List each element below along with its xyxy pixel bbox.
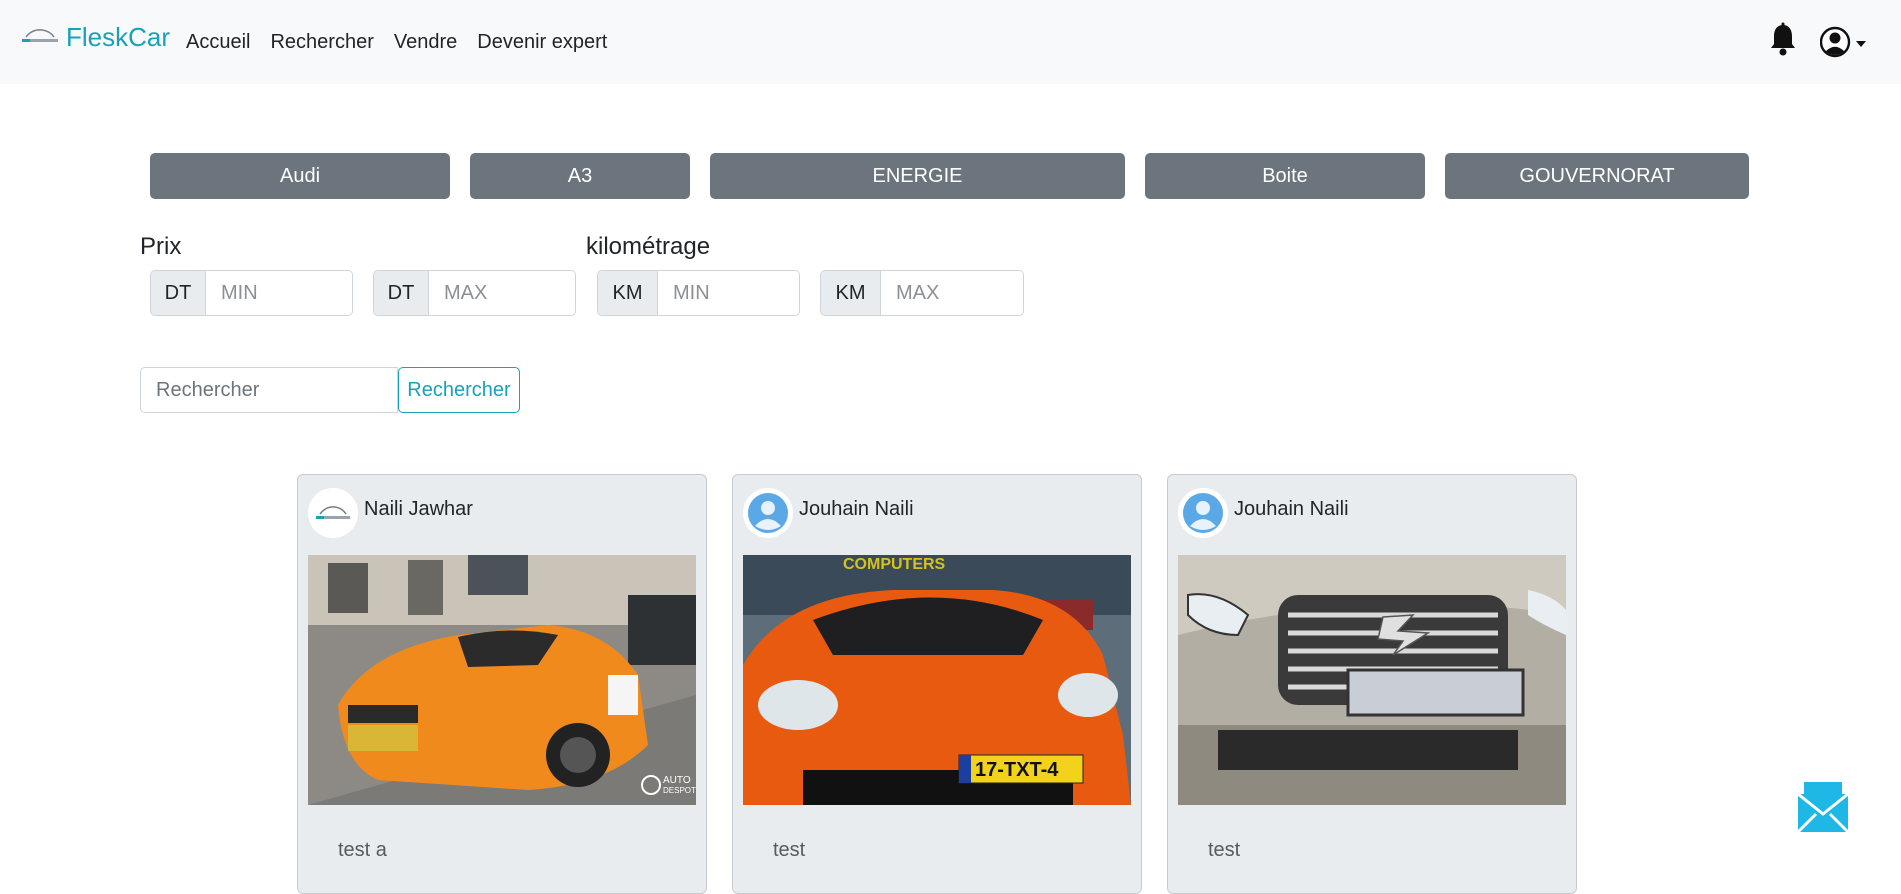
- nav-link-vendre[interactable]: Vendre: [394, 28, 457, 56]
- modele-filter-button[interactable]: A3: [470, 153, 690, 199]
- km-max-group: KM MAX: [820, 270, 1024, 316]
- car-card[interactable]: Jouhain Naili test: [1167, 474, 1577, 894]
- boite-filter-button[interactable]: Boite: [1145, 153, 1425, 199]
- km-min-group: KM MIN: [597, 270, 800, 316]
- license-plate-text: 17-TXT-4: [975, 759, 1059, 781]
- shop-sign-text: COMPUTERS: [843, 556, 946, 573]
- nav-link-accueil[interactable]: Accueil: [186, 28, 250, 56]
- search-button[interactable]: Rechercher: [398, 367, 520, 413]
- km-min-prefix: KM: [598, 271, 658, 315]
- marque-filter-button[interactable]: Audi: [150, 153, 450, 199]
- avatar: [308, 488, 358, 538]
- user-avatar-icon: [1178, 488, 1228, 538]
- prix-min-group: DT MIN: [150, 270, 353, 316]
- car-card[interactable]: Jouhain Naili COMPUTERS 17-TXT-4 test: [732, 474, 1142, 894]
- svg-text:AUTO: AUTO: [663, 775, 691, 786]
- car-photo[interactable]: COMPUTERS 17-TXT-4: [743, 555, 1131, 805]
- prix-max-prefix: DT: [374, 271, 429, 315]
- fleskcar-logo-icon: [22, 29, 58, 42]
- gouvernorat-filter-button[interactable]: GOUVERNORAT: [1445, 153, 1749, 199]
- card-description: test: [1208, 839, 1241, 861]
- user-menu-icon[interactable]: [1820, 25, 1870, 59]
- mail-icon[interactable]: [1796, 780, 1850, 834]
- fleskcar-logo-icon: [308, 488, 358, 538]
- car-photo[interactable]: AUTO DESPOT: [308, 555, 696, 805]
- card-description: test a: [338, 839, 387, 861]
- card-description: test: [773, 839, 806, 861]
- card-author[interactable]: Jouhain Naili: [1234, 495, 1349, 523]
- card-author[interactable]: Naili Jawhar: [364, 495, 473, 523]
- search-input[interactable]: Rechercher: [140, 367, 398, 413]
- nav-link-devenir-expert[interactable]: Devenir expert: [477, 28, 607, 56]
- avatar: [1178, 488, 1228, 538]
- energie-filter-button[interactable]: ENERGIE: [710, 153, 1125, 199]
- navbar: FleskCar Accueil Rechercher Vendre Deven…: [0, 0, 1901, 84]
- card-author[interactable]: Jouhain Naili: [799, 495, 914, 523]
- brand[interactable]: FleskCar: [20, 22, 170, 52]
- km-min-input[interactable]: MIN: [658, 271, 799, 315]
- svg-text:DESPOT: DESPOT: [663, 786, 696, 795]
- brand-name: FleskCar: [66, 22, 171, 52]
- car-card[interactable]: Naili Jawhar AUTO DESPOT test a: [297, 474, 707, 894]
- nav-links: Accueil Rechercher Vendre Devenir expert: [186, 28, 627, 56]
- prix-max-input[interactable]: MAX: [429, 271, 575, 315]
- bell-icon[interactable]: [1768, 22, 1798, 58]
- prix-min-input[interactable]: MIN: [206, 271, 352, 315]
- avatar: [743, 488, 793, 538]
- prix-label: Prix: [140, 233, 182, 260]
- nav-link-rechercher[interactable]: Rechercher: [270, 28, 373, 56]
- prix-min-prefix: DT: [151, 271, 206, 315]
- car-photo[interactable]: [1178, 555, 1566, 805]
- kilometrage-label: kilométrage: [586, 233, 711, 260]
- km-max-input[interactable]: MAX: [881, 271, 1023, 315]
- user-avatar-icon: [743, 488, 793, 538]
- prix-max-group: DT MAX: [373, 270, 576, 316]
- km-max-prefix: KM: [821, 271, 881, 315]
